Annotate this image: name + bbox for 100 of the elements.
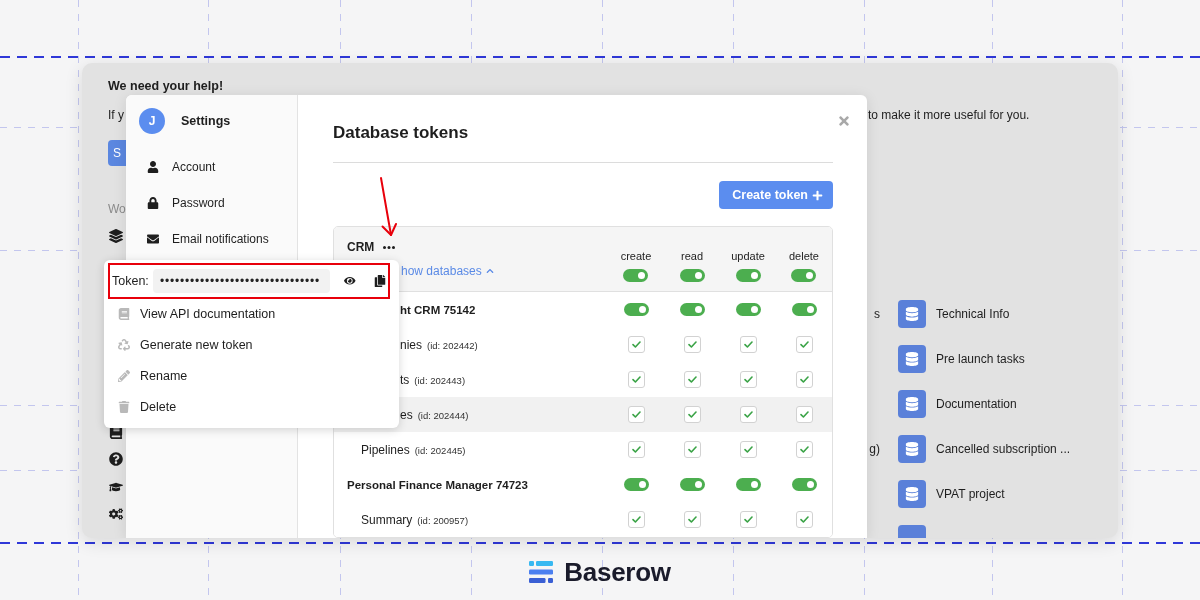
settings-title: Settings	[181, 114, 231, 128]
checkbox[interactable]	[739, 441, 757, 458]
layers-icon[interactable]	[109, 229, 123, 243]
check-icon	[743, 446, 753, 453]
check-icon	[799, 341, 809, 348]
check-icon	[631, 516, 641, 523]
table-name: ts	[400, 372, 410, 387]
check-icon	[687, 376, 697, 383]
check-icon	[687, 341, 697, 348]
checkbox[interactable]	[795, 336, 813, 353]
table-id: (id: 202445)	[414, 444, 466, 456]
checkbox[interactable]	[683, 511, 701, 528]
database-item[interactable]: Pre launch tasks	[898, 336, 1025, 382]
menu-item[interactable]: Generate new token	[104, 329, 253, 360]
copy-icon[interactable]	[373, 274, 386, 287]
toggle-switch[interactable]	[679, 268, 705, 282]
check-icon	[687, 446, 697, 453]
toggle-switch[interactable]	[679, 303, 705, 316]
database-item[interactable]: Cancelled subscription ...	[898, 426, 1071, 472]
permission-label: delete	[789, 249, 819, 263]
notice-text: to make it more useful for you.	[868, 108, 1030, 122]
plus-icon	[812, 189, 823, 201]
checkbox[interactable]	[795, 406, 813, 423]
menu-item[interactable]: View API documentation	[104, 298, 276, 329]
toggle-switch[interactable]	[735, 478, 761, 491]
check-icon	[743, 411, 753, 418]
permission-label: update	[731, 249, 765, 263]
toggle-switch[interactable]	[791, 478, 817, 491]
help-icon[interactable]	[109, 452, 123, 466]
database-icon	[898, 345, 926, 373]
check-icon	[631, 341, 641, 348]
table-id: (id: 202442)	[427, 339, 478, 351]
checkbox[interactable]	[627, 336, 645, 353]
close-icon[interactable]	[837, 114, 851, 128]
logo-text: Baserow	[564, 556, 671, 588]
checkbox[interactable]	[627, 441, 645, 458]
toggle-switch[interactable]	[735, 303, 761, 316]
checkbox[interactable]	[683, 406, 701, 423]
database-item[interactable]: VPAT project	[898, 471, 1005, 517]
database-icon	[898, 300, 926, 328]
checkbox[interactable]	[683, 371, 701, 388]
cut-text: s	[874, 305, 880, 323]
database-icon	[898, 390, 926, 418]
checkbox[interactable]	[627, 406, 645, 423]
checkbox[interactable]	[795, 371, 813, 388]
check-icon	[799, 516, 809, 523]
envelope-icon	[147, 233, 159, 245]
notice-title: We need your help!	[108, 79, 224, 94]
trash-icon	[118, 400, 130, 413]
table-name: es	[400, 407, 413, 422]
permission-label: create	[620, 249, 652, 263]
database-icon	[898, 525, 926, 538]
logo-icon	[529, 561, 554, 583]
nav-item[interactable]: Account	[139, 149, 216, 185]
database-icon	[898, 480, 926, 508]
token-name: CRM	[347, 240, 375, 254]
toggle-switch[interactable]	[623, 303, 649, 316]
toggle-switch[interactable]	[791, 303, 817, 316]
check-icon	[687, 411, 697, 418]
gears-icon[interactable]	[109, 507, 123, 521]
checkbox[interactable]	[627, 371, 645, 388]
menu-item[interactable]: Rename	[104, 360, 188, 391]
checkbox[interactable]	[795, 441, 813, 458]
table-id: (id: 202443)	[414, 374, 466, 386]
checkbox[interactable]	[683, 336, 701, 353]
check-icon	[743, 341, 753, 348]
check-icon	[743, 376, 753, 383]
table-name: nies	[400, 337, 422, 352]
toggle-switch[interactable]	[735, 268, 761, 282]
checkbox[interactable]	[739, 406, 757, 423]
toggle-switch[interactable]	[791, 268, 817, 282]
book-icon	[118, 307, 130, 320]
more-icon[interactable]	[383, 245, 396, 249]
nav-item[interactable]: Password	[139, 185, 225, 221]
toggle-switch[interactable]	[679, 478, 705, 491]
eye-icon[interactable]	[344, 274, 356, 287]
nav-item[interactable]: Email notifications	[139, 221, 269, 257]
lock-icon	[147, 197, 159, 209]
check-icon	[631, 446, 641, 453]
check-icon	[687, 516, 697, 523]
toggle-switch[interactable]	[623, 268, 649, 282]
cut-text: g)	[869, 440, 880, 458]
checkbox[interactable]	[627, 511, 645, 528]
check-icon	[799, 376, 809, 383]
chevron-up-icon	[485, 267, 494, 275]
checkbox[interactable]	[739, 511, 757, 528]
checkbox[interactable]	[739, 336, 757, 353]
menu-item[interactable]: Delete	[104, 391, 177, 422]
database-item[interactable]: Technical Info	[898, 291, 1010, 337]
database-item[interactable]: Documentation	[898, 381, 1017, 427]
toggle-switch[interactable]	[623, 478, 649, 491]
permission-label: read	[681, 249, 703, 263]
checkbox[interactable]	[683, 441, 701, 458]
token-field[interactable]: ••••••••••••••••••••••••••••••••	[153, 268, 330, 293]
check-icon	[799, 411, 809, 418]
notice-button[interactable]: S	[108, 140, 126, 166]
checkbox[interactable]	[739, 371, 757, 388]
notice-text: If y	[108, 108, 124, 122]
checkbox[interactable]	[795, 511, 813, 528]
table-name: Summary	[361, 512, 413, 527]
